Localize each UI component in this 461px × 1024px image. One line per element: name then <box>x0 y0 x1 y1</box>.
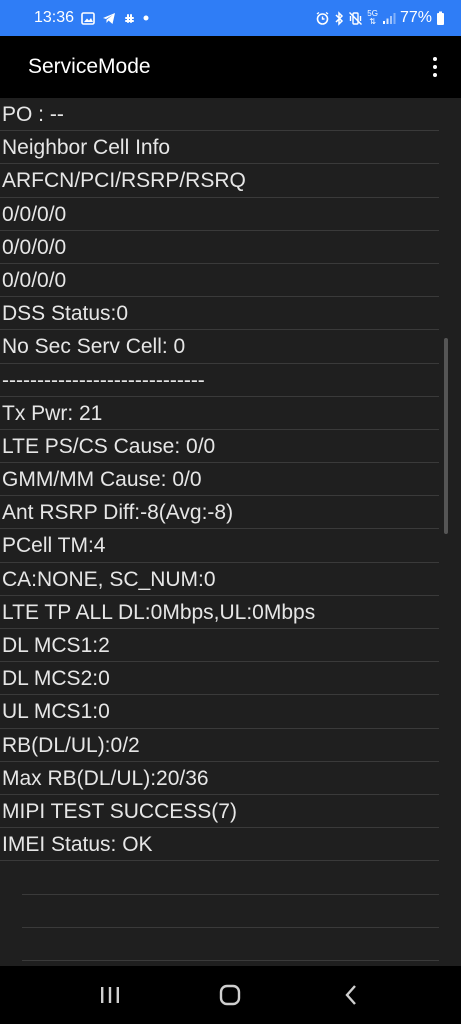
back-button[interactable] <box>331 975 371 1015</box>
home-button[interactable] <box>210 975 250 1015</box>
list-item[interactable]: PCell TM:4 <box>0 529 439 563</box>
list-item[interactable]: Ant RSRP Diff:-8(Avg:-8) <box>0 496 439 530</box>
app-title: ServiceMode <box>28 55 151 78</box>
list-item[interactable] <box>22 861 439 895</box>
alarm-icon <box>315 11 330 26</box>
list-item[interactable]: No Sec Serv Cell: 0 <box>0 330 439 364</box>
bluetooth-icon <box>334 10 344 26</box>
overflow-menu-button[interactable] <box>423 47 447 87</box>
scrollbar-thumb[interactable] <box>444 338 448 534</box>
list-item[interactable]: RB(DL/UL):0/2 <box>0 729 439 762</box>
network-type-icon: 5G ⇅ <box>367 9 378 26</box>
telegram-icon <box>102 12 116 25</box>
list-item[interactable]: DL MCS1:2 <box>0 629 439 663</box>
status-bar: 13:36 5G ⇅ 77% <box>0 0 461 36</box>
vibrate-mute-icon <box>348 11 363 26</box>
status-time: 13:36 <box>34 9 75 26</box>
service-mode-list[interactable]: PO : -- Neighbor Cell Info ARFCN/PCI/RSRP/… <box>0 98 461 966</box>
slack-icon <box>123 12 136 25</box>
list-item[interactable] <box>22 928 439 961</box>
gallery-icon <box>81 11 95 25</box>
back-icon <box>345 985 356 1005</box>
recent-apps-button[interactable] <box>90 975 130 1015</box>
home-icon <box>220 984 241 1006</box>
battery-percent: 77% <box>399 9 432 26</box>
list-item[interactable]: Max RB(DL/UL):20/36 <box>0 762 439 795</box>
app-bar: ServiceMode <box>0 36 461 98</box>
list-item[interactable]: IMEI Status: OK <box>0 828 439 862</box>
notification-dot-icon <box>143 15 149 21</box>
recent-apps-icon <box>101 987 120 1003</box>
navigation-bar <box>0 966 461 1024</box>
list-item[interactable] <box>22 895 439 928</box>
list-item[interactable]: 0/0/0/0 <box>0 264 439 298</box>
signal-strength-icon <box>382 11 396 25</box>
list-item[interactable]: Tx Pwr: 21 <box>0 397 439 430</box>
list-item[interactable]: DSS Status:0 <box>0 297 439 331</box>
list-item[interactable]: UL MCS1:0 <box>0 695 439 729</box>
list-item[interactable]: MIPI TEST SUCCESS(7) <box>0 795 439 829</box>
list-item[interactable]: 0/0/0/0 <box>0 198 439 231</box>
list-item[interactable]: 0/0/0/0 <box>0 231 439 264</box>
overflow-menu-icon <box>433 57 437 61</box>
list-item[interactable]: LTE TP ALL DL:0Mbps,UL:0Mbps <box>0 596 439 629</box>
list-item[interactable]: CA:NONE, SC_NUM:0 <box>0 563 439 596</box>
list-item[interactable]: Neighbor Cell Info <box>0 131 439 165</box>
list-item[interactable]: GMM/MM Cause: 0/0 <box>0 463 439 497</box>
list-item[interactable]: ----------------------------- <box>0 364 439 397</box>
battery-icon <box>436 11 445 26</box>
list-item[interactable]: PO : -- <box>0 98 439 132</box>
list-item[interactable]: LTE PS/CS Cause: 0/0 <box>0 430 439 464</box>
list-item[interactable]: ARFCN/PCI/RSRP/RSRQ <box>0 164 439 198</box>
list-item[interactable]: DL MCS2:0 <box>0 662 439 696</box>
